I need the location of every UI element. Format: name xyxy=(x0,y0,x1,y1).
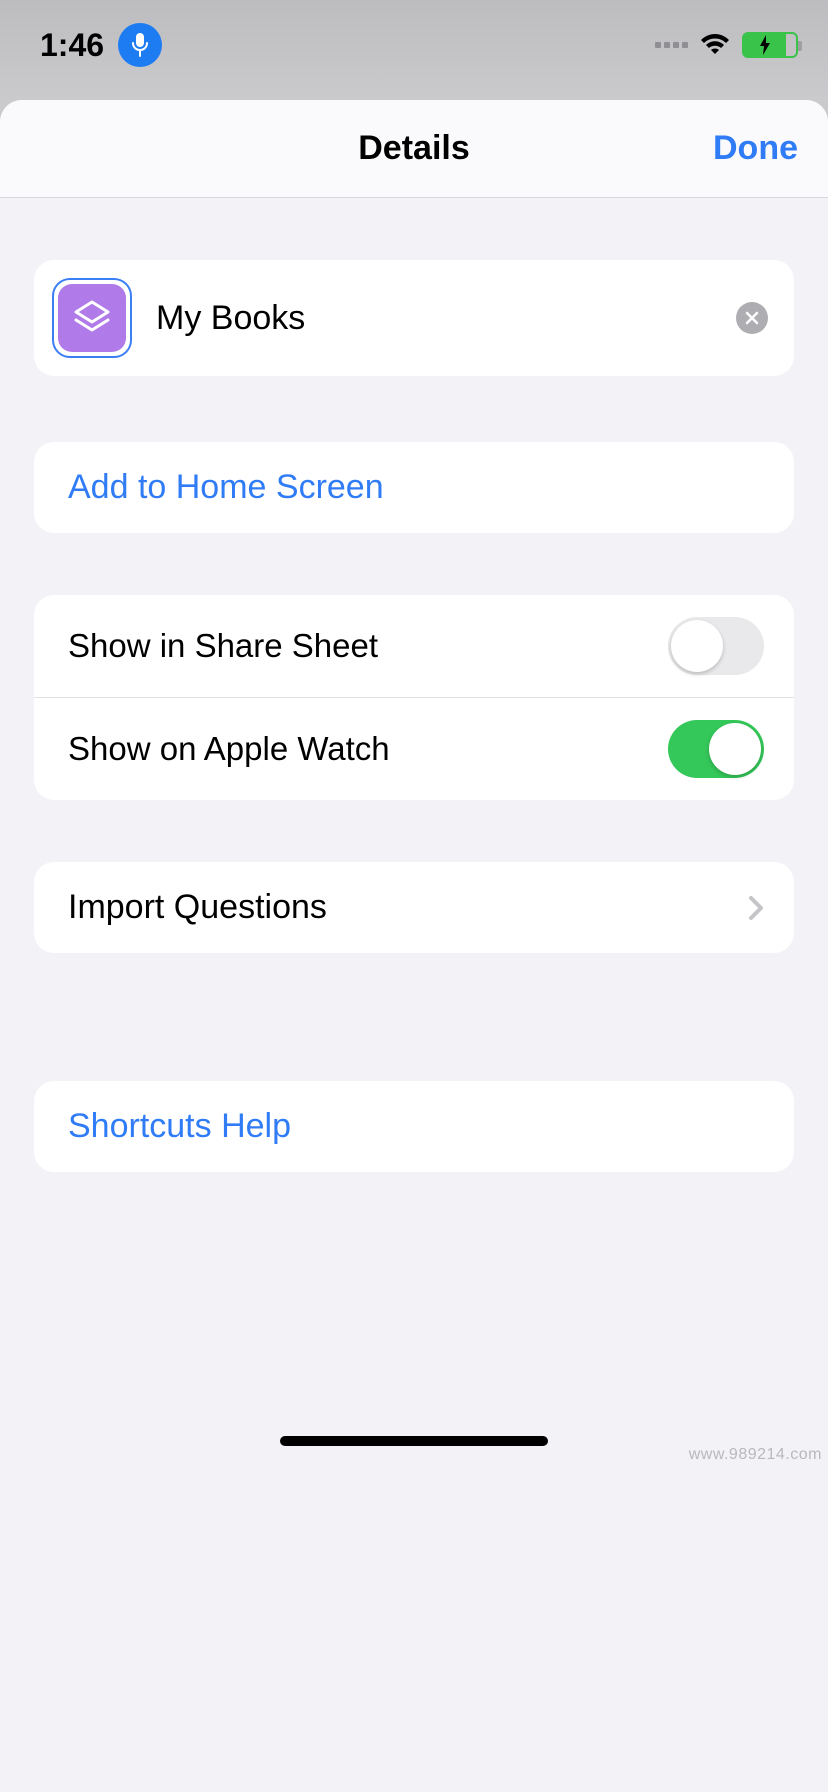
import-group: Import Questions xyxy=(34,862,794,953)
apple-watch-label: Show on Apple Watch xyxy=(68,730,390,768)
share-sheet-label: Show in Share Sheet xyxy=(68,627,378,665)
wifi-icon xyxy=(698,33,732,57)
microphone-icon xyxy=(131,32,149,58)
nav-bar: Details Done xyxy=(0,100,828,198)
clear-name-button[interactable] xyxy=(736,302,768,334)
shortcuts-help-button[interactable]: Shortcuts Help xyxy=(34,1081,794,1172)
status-bar: 1:46 xyxy=(0,0,828,100)
share-sheet-toggle[interactable] xyxy=(668,617,764,675)
apple-watch-toggle[interactable] xyxy=(668,720,764,778)
charging-icon xyxy=(758,35,772,55)
home-indicator[interactable] xyxy=(280,1436,548,1446)
status-left: 1:46 xyxy=(40,23,162,67)
status-right xyxy=(655,32,798,58)
help-group: Shortcuts Help xyxy=(34,1081,794,1172)
shortcut-icon-button[interactable] xyxy=(52,278,132,358)
cellular-icon xyxy=(655,42,688,48)
shortcut-name-row[interactable]: My Books xyxy=(34,260,794,376)
status-time: 1:46 xyxy=(40,27,104,64)
apple-watch-row: Show on Apple Watch xyxy=(34,697,794,800)
chevron-right-icon xyxy=(748,895,764,921)
close-icon xyxy=(745,311,759,325)
import-questions-button[interactable]: Import Questions xyxy=(34,862,794,953)
import-questions-label: Import Questions xyxy=(68,888,327,927)
done-button[interactable]: Done xyxy=(713,129,798,168)
add-home-group: Add to Home Screen xyxy=(34,442,794,533)
add-to-home-screen-button[interactable]: Add to Home Screen xyxy=(34,442,794,533)
battery-icon xyxy=(742,32,798,58)
share-sheet-row: Show in Share Sheet xyxy=(34,595,794,697)
microphone-badge xyxy=(118,23,162,67)
page-title: Details xyxy=(358,129,470,168)
watermark: www.989214.com xyxy=(689,1446,822,1464)
toggles-group: Show in Share Sheet Show on Apple Watch xyxy=(34,595,794,800)
shortcuts-glyph-icon xyxy=(70,296,114,340)
details-sheet: Details Done My Books xyxy=(0,100,828,1792)
shortcut-name-input[interactable]: My Books xyxy=(156,299,712,338)
name-group: My Books xyxy=(34,260,794,376)
